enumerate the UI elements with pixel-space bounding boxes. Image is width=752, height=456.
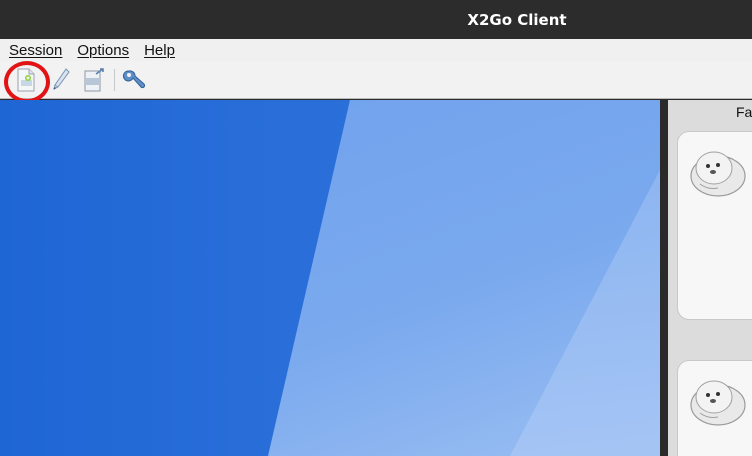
toolbar (0, 61, 752, 99)
session-card[interactable] (677, 131, 752, 320)
edit-session-button[interactable] (47, 66, 75, 94)
settings-wrench-icon (122, 70, 146, 89)
session-list-panel: Fav (660, 100, 752, 456)
menu-help[interactable]: Help (144, 42, 175, 59)
menubar: Session Options Help (0, 39, 752, 61)
session-background (0, 100, 660, 456)
edit-session-icon (53, 68, 70, 90)
export-session-button[interactable] (80, 66, 108, 94)
menu-session[interactable]: Session (9, 42, 62, 59)
session-card[interactable] (677, 360, 752, 456)
toolbar-separator (114, 69, 115, 91)
window-title: X2Go Client (467, 11, 567, 29)
export-session-icon (84, 68, 104, 92)
highlight-circle-annotation (4, 61, 50, 103)
menu-options[interactable]: Options (77, 42, 129, 59)
window-titlebar: X2Go Client (0, 0, 752, 39)
x2go-seal-icon (690, 151, 746, 197)
favorites-label: Fav (736, 104, 752, 120)
panel-divider (660, 100, 668, 456)
x2go-seal-icon (690, 380, 746, 426)
settings-button[interactable] (120, 66, 148, 94)
